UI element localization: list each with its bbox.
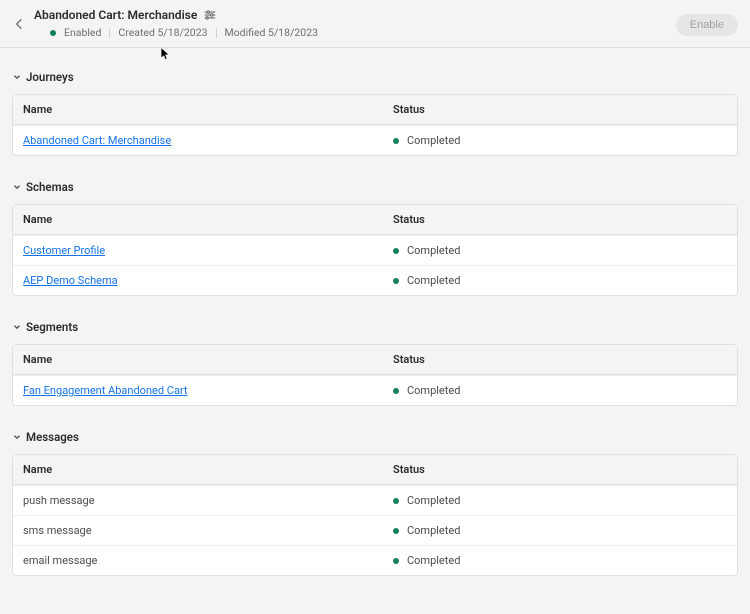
enabled-status-dot [50,30,56,36]
status-text: Completed [407,554,460,567]
row-status: Completed [383,486,703,515]
section-header-segments[interactable]: Segments [0,314,750,340]
section-schemas: Schemas Name Status Customer Profile Com… [0,174,750,296]
chevron-down-icon [12,322,22,332]
status-dot-icon [393,558,399,564]
row-name: push message [23,494,95,507]
col-name: Name [13,345,383,374]
header-main: Abandoned Cart: Merchandise Enabled Crea… [34,8,738,39]
meta-row: Enabled Created 5/18/2023 Modified 5/18/… [34,26,738,39]
table-header: Name Status [13,205,737,235]
enabled-label: Enabled [64,26,101,39]
table-header: Name Status [13,95,737,125]
row-name-link[interactable]: AEP Demo Schema [23,274,118,287]
back-arrow-icon[interactable] [12,16,28,32]
status-dot-icon [393,278,399,284]
content: Journeys Name Status Abandoned Cart: Mer… [0,48,750,614]
col-status: Status [383,205,703,234]
status-dot-icon [393,528,399,534]
col-name: Name [13,205,383,234]
chevron-down-icon [12,432,22,442]
col-status: Status [383,95,703,124]
row-name: sms message [23,524,92,537]
status-dot-icon [393,388,399,394]
modified-label: Modified 5/18/2023 [225,26,319,39]
col-name: Name [13,95,383,124]
col-status: Status [383,455,703,484]
section-header-journeys[interactable]: Journeys [0,64,750,90]
status-text: Completed [407,274,460,287]
status-text: Completed [407,524,460,537]
row-name: email message [23,554,97,567]
row-status: Completed [383,236,703,265]
table-row: AEP Demo Schema Completed [13,265,737,295]
status-dot-icon [393,498,399,504]
row-status: Completed [383,376,703,405]
row-name-link[interactable]: Abandoned Cart: Merchandise [23,134,171,147]
status-text: Completed [407,244,460,257]
created-label: Created 5/18/2023 [118,26,207,39]
table-messages: Name Status push message Completed sms m… [12,454,738,576]
tune-icon[interactable] [203,8,217,22]
page-header: Abandoned Cart: Merchandise Enabled Crea… [0,0,750,48]
col-name: Name [13,455,383,484]
table-segments: Name Status Fan Engagement Abandoned Car… [12,344,738,406]
table-row: Customer Profile Completed [13,235,737,265]
table-row: Fan Engagement Abandoned Cart Completed [13,375,737,405]
status-dot-icon [393,138,399,144]
chevron-down-icon [12,182,22,192]
section-segments: Segments Name Status Fan Engagement Aban… [0,314,750,406]
meta-separator [216,28,217,38]
row-name-link[interactable]: Fan Engagement Abandoned Cart [23,384,188,397]
section-title: Schemas [26,180,74,194]
section-messages: Messages Name Status push message Comple… [0,424,750,576]
col-status: Status [383,345,703,374]
status-dot-icon [393,248,399,254]
status-text: Completed [407,384,460,397]
table-row: Abandoned Cart: Merchandise Completed [13,125,737,155]
section-title: Segments [26,320,78,334]
table-journeys: Name Status Abandoned Cart: Merchandise … [12,94,738,156]
table-header: Name Status [13,455,737,485]
row-status: Completed [383,126,703,155]
table-row: email message Completed [13,545,737,575]
section-journeys: Journeys Name Status Abandoned Cart: Mer… [0,64,750,156]
row-status: Completed [383,516,703,545]
section-header-schemas[interactable]: Schemas [0,174,750,200]
title-row: Abandoned Cart: Merchandise [34,8,738,22]
section-title: Messages [26,430,79,444]
meta-separator [109,28,110,38]
table-header: Name Status [13,345,737,375]
table-schemas: Name Status Customer Profile Completed A… [12,204,738,296]
row-name-link[interactable]: Customer Profile [23,244,105,257]
status-text: Completed [407,494,460,507]
enable-button[interactable]: Enable [676,14,738,36]
page-title: Abandoned Cart: Merchandise [34,8,197,22]
section-title: Journeys [26,70,74,84]
table-row: push message Completed [13,485,737,515]
chevron-down-icon [12,72,22,82]
row-status: Completed [383,546,703,575]
section-header-messages[interactable]: Messages [0,424,750,450]
row-status: Completed [383,266,703,295]
status-text: Completed [407,134,460,147]
table-row: sms message Completed [13,515,737,545]
